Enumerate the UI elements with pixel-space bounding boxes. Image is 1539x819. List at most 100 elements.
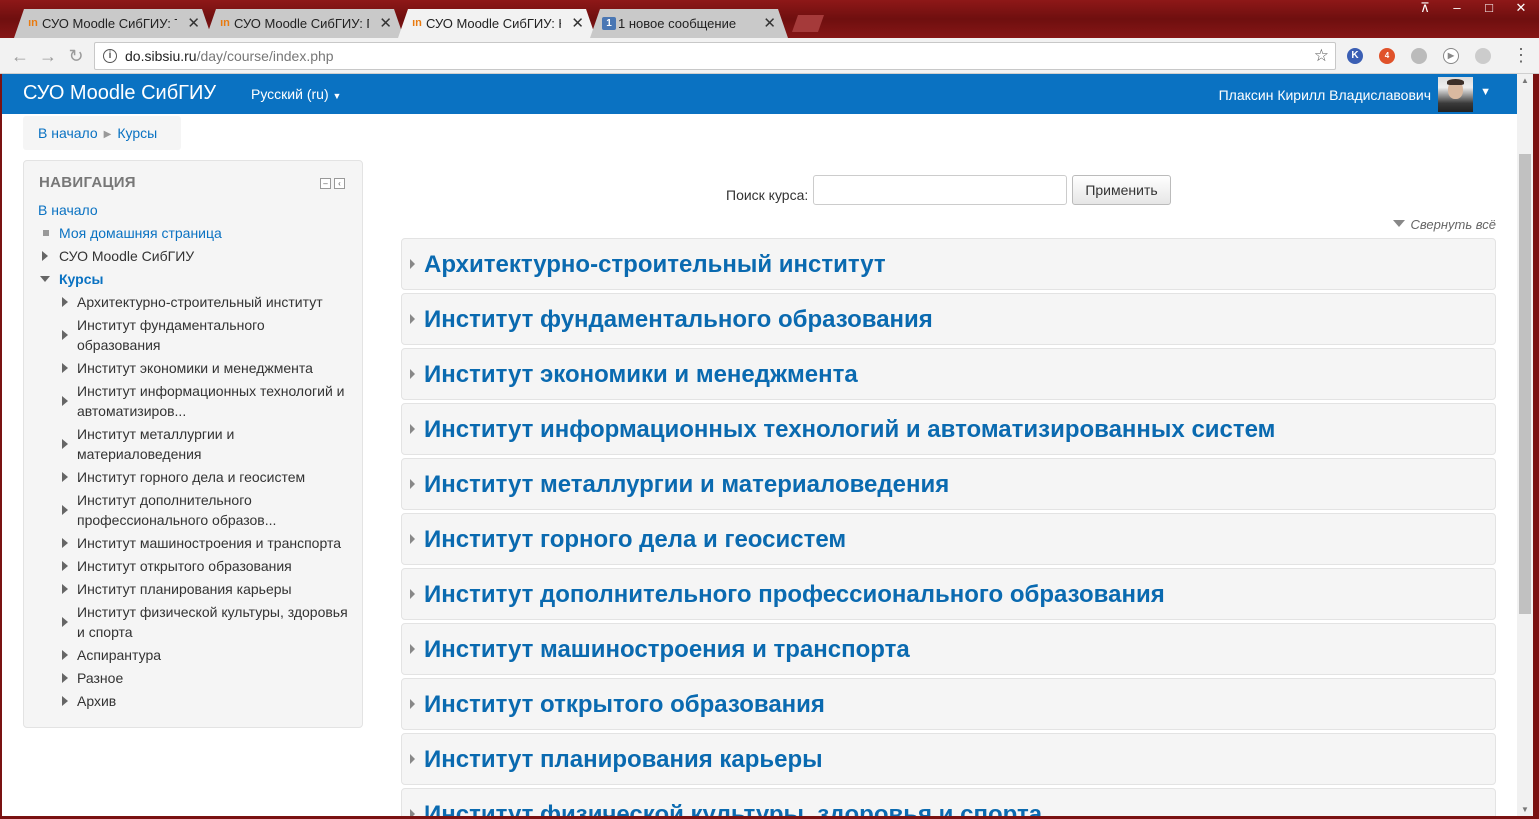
collapse-arrow-icon[interactable] (40, 276, 50, 282)
nav-course-item[interactable]: Разное (62, 668, 357, 688)
nav-item-courses[interactable]: Курсы (40, 269, 103, 289)
category-name-link[interactable]: Институт дополнительного профессионально… (424, 581, 1165, 609)
category-item[interactable]: Институт информационных технологий и авт… (401, 403, 1496, 455)
expand-arrow-icon[interactable] (410, 699, 415, 709)
expand-arrow-icon[interactable] (410, 479, 415, 489)
back-icon[interactable]: ← (8, 44, 32, 68)
category-item[interactable]: Институт открытого образования (401, 678, 1496, 730)
expand-arrow-icon[interactable] (62, 505, 68, 515)
collapse-all-link[interactable]: Свернуть всё (1393, 217, 1496, 232)
category-item[interactable]: Институт фундаментального образования (401, 293, 1496, 345)
nav-course-item[interactable]: Архитектурно-строительный институт (62, 292, 357, 312)
category-name-link[interactable]: Институт металлургии и материаловедения (424, 471, 949, 499)
expand-arrow-icon[interactable] (42, 251, 48, 261)
page-scrollbar[interactable]: ▲ ▼ (1517, 74, 1533, 816)
nav-course-item[interactable]: Институт открытого образования (62, 556, 357, 576)
category-item[interactable]: Институт металлургии и материаловедения (401, 458, 1496, 510)
expand-arrow-icon[interactable] (62, 472, 68, 482)
close-icon[interactable]: ✕ (763, 9, 776, 38)
apply-search-button[interactable]: Применить (1072, 175, 1171, 205)
category-item[interactable]: Институт физической культуры, здоровья и… (401, 788, 1496, 816)
expand-arrow-icon[interactable] (410, 314, 415, 324)
category-name-link[interactable]: Институт физической культуры, здоровья и… (424, 801, 1042, 816)
category-name-link[interactable]: Институт открытого образования (424, 691, 825, 719)
category-item[interactable]: Архитектурно-строительный институт (401, 238, 1496, 290)
nav-course-item[interactable]: Институт планирования карьеры (62, 579, 357, 599)
nav-course-item[interactable]: Институт информационных технологий и авт… (62, 381, 357, 421)
nav-item-site[interactable]: СУО Moodle СибГИУ (42, 246, 194, 266)
category-name-link[interactable]: Институт машиностроения и транспорта (424, 636, 910, 664)
nav-course-item[interactable]: Институт дополнительного профессионально… (62, 490, 287, 530)
expand-arrow-icon[interactable] (62, 439, 68, 449)
window-close-icon[interactable]: ✕ (1507, 0, 1535, 18)
expand-arrow-icon[interactable] (62, 330, 68, 340)
nav-course-item[interactable]: Институт машиностроения и транспорта (62, 533, 357, 553)
expand-arrow-icon[interactable] (62, 396, 68, 406)
expand-arrow-icon[interactable] (62, 538, 68, 548)
expand-arrow-icon[interactable] (410, 589, 415, 599)
forward-icon[interactable]: → (36, 44, 60, 68)
category-item[interactable]: Институт дополнительного профессионально… (401, 568, 1496, 620)
nav-my-home-link[interactable]: Моя домашняя страница (59, 225, 222, 241)
browser-tab-4[interactable]: 1 1 новое сообщение ✕ (590, 9, 788, 38)
language-menu[interactable]: Русский (ru) ▼ (251, 86, 341, 102)
nav-course-item[interactable]: Архив (62, 691, 357, 711)
nav-course-item[interactable]: Институт экономики и менеджмента (62, 358, 357, 378)
bookmark-star-icon[interactable]: ☆ (1314, 46, 1329, 66)
expand-arrow-icon[interactable] (410, 424, 415, 434)
category-item[interactable]: Институт машиностроения и транспорта (401, 623, 1496, 675)
expand-arrow-icon[interactable] (62, 561, 68, 571)
expand-arrow-icon[interactable] (410, 644, 415, 654)
site-brand-link[interactable]: СУО Moodle СибГИУ (23, 82, 216, 105)
info-icon[interactable]: i (103, 49, 117, 63)
expand-arrow-icon[interactable] (410, 754, 415, 764)
maximize-icon[interactable]: □ (1475, 0, 1503, 18)
expand-arrow-icon[interactable] (410, 259, 415, 269)
browser-tab-1[interactable]: ın СУО Moodle СибГИУ: Те ✕ (14, 9, 212, 38)
scroll-down-icon[interactable]: ▼ (1521, 805, 1529, 814)
browser-tab-2[interactable]: ın СУО Moodle СибГИУ: Пс ✕ (206, 9, 404, 38)
breadcrumb-courses-link[interactable]: Курсы (117, 125, 157, 141)
nav-course-item[interactable]: Институт горного дела и геосистем (62, 467, 357, 487)
browser-tab-3[interactable]: ın СУО Moodle СибГИУ: Ка ✕ (398, 9, 596, 38)
expand-arrow-icon[interactable] (62, 584, 68, 594)
close-icon[interactable]: ✕ (187, 9, 200, 38)
course-search-input[interactable] (813, 175, 1067, 205)
category-item[interactable]: Институт экономики и менеджмента (401, 348, 1496, 400)
category-name-link[interactable]: Институт экономики и менеджмента (424, 361, 858, 389)
profile-icon[interactable]: ⊼ (1411, 0, 1439, 18)
scrollbar-thumb[interactable] (1519, 154, 1531, 614)
minimize-icon[interactable]: – (1443, 0, 1471, 18)
browser-menu-icon[interactable]: ⋮ (1512, 45, 1530, 65)
extension-badge-icon[interactable]: 4 (1379, 48, 1395, 64)
nav-home-link[interactable]: В начало (38, 202, 98, 218)
category-item[interactable]: Институт планирования карьеры (401, 733, 1496, 785)
category-name-link[interactable]: Архитектурно-строительный институт (424, 251, 886, 279)
category-item[interactable]: Институт горного дела и геосистем (401, 513, 1496, 565)
close-icon[interactable]: ✕ (379, 9, 392, 38)
user-name[interactable]: Плаксин Кирилл Владиславович (1219, 87, 1431, 103)
expand-arrow-icon[interactable] (62, 650, 68, 660)
block-dock-icon[interactable]: ‹ (334, 178, 345, 189)
expand-arrow-icon[interactable] (62, 696, 68, 706)
new-tab-button[interactable] (792, 15, 824, 32)
scroll-up-icon[interactable]: ▲ (1521, 76, 1529, 85)
expand-arrow-icon[interactable] (62, 617, 68, 627)
expand-arrow-icon[interactable] (410, 809, 415, 816)
nav-course-item[interactable]: Институт физической культуры, здоровья и… (62, 602, 357, 642)
expand-arrow-icon[interactable] (62, 297, 68, 307)
extension-k-icon[interactable]: K (1347, 48, 1363, 64)
extension-round-icon[interactable] (1475, 48, 1491, 64)
expand-arrow-icon[interactable] (62, 363, 68, 373)
extension-play-icon[interactable]: ▶ (1443, 48, 1459, 64)
nav-item-my-home[interactable]: Моя домашняя страница (43, 223, 222, 243)
address-bar[interactable]: i do.sibsiu.ru/day/course/index.php ☆ (94, 42, 1336, 70)
expand-arrow-icon[interactable] (62, 673, 68, 683)
category-name-link[interactable]: Институт фундаментального образования (424, 306, 933, 334)
nav-course-item[interactable]: Институт фундаментального образования (62, 315, 287, 355)
expand-arrow-icon[interactable] (410, 534, 415, 544)
nav-item-home[interactable]: В начало (38, 200, 98, 220)
close-icon[interactable]: ✕ (571, 9, 584, 38)
user-menu-caret-icon[interactable]: ▼ (1480, 86, 1491, 98)
category-name-link[interactable]: Институт планирования карьеры (424, 746, 823, 774)
